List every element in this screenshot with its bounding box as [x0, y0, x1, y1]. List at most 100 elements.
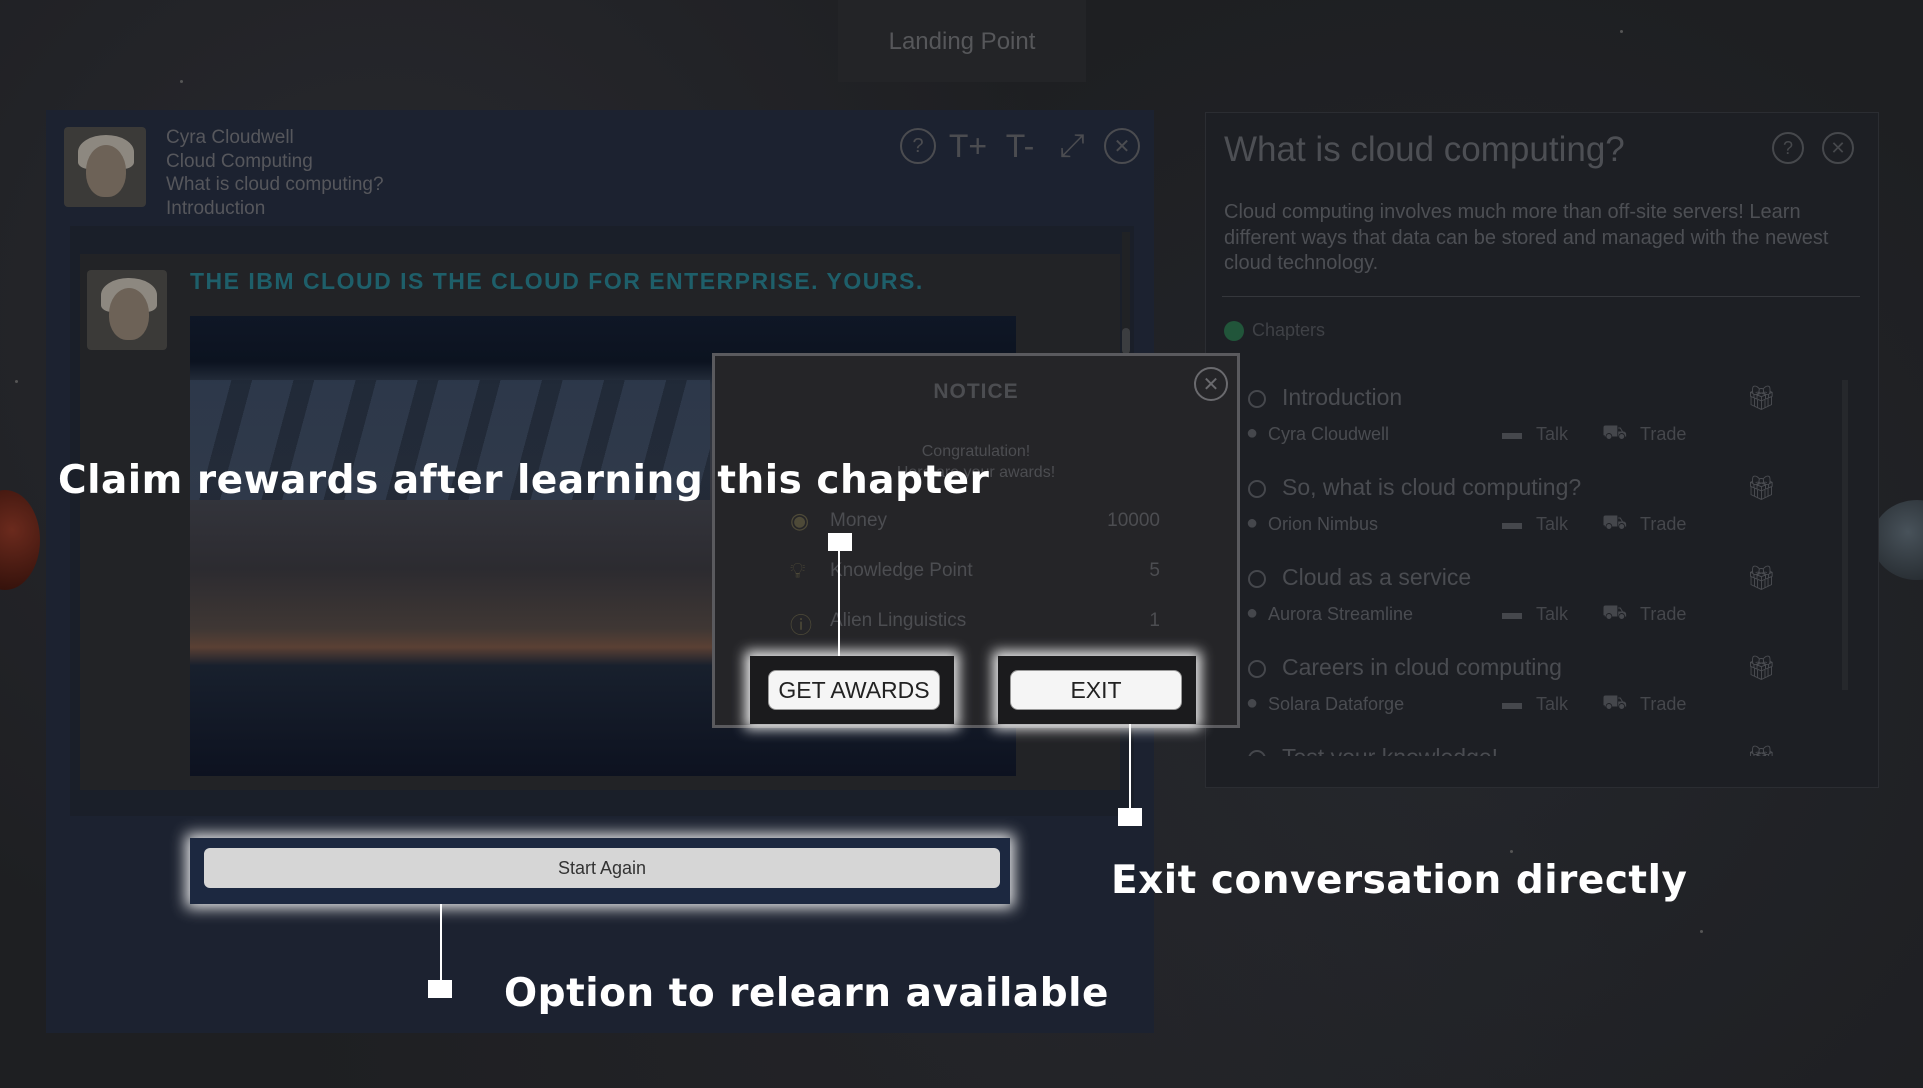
person-icon: ● — [1246, 602, 1259, 624]
annotation-claim: Claim rewards after learning this chapte… — [58, 458, 990, 503]
coins-icon: ◉ — [790, 508, 810, 533]
reward-value: 1 — [1149, 610, 1160, 631]
talk-link[interactable]: Talk — [1536, 514, 1568, 535]
chapter-name[interactable]: Cloud as a service — [1282, 564, 1471, 591]
gift-icon: 🎁︎ — [1746, 475, 1777, 502]
trade-link[interactable]: Trade — [1640, 694, 1686, 715]
talk-link[interactable]: Talk — [1536, 694, 1568, 715]
radio-icon[interactable] — [1248, 390, 1266, 408]
radio-icon[interactable] — [1248, 750, 1266, 756]
gift-icon: 🎁︎ — [1746, 655, 1777, 682]
talk-icon[interactable]: ▬ — [1502, 692, 1522, 715]
person-icon: ● — [1246, 422, 1259, 444]
npc-name: Cyra Cloudwell — [166, 127, 294, 148]
mentor-name: Orion Nimbus — [1268, 514, 1379, 534]
talk-link[interactable]: Talk — [1536, 424, 1568, 445]
help-icon[interactable]: ? — [1772, 132, 1804, 164]
topic-name: What is cloud computing? — [166, 174, 384, 195]
trade-link[interactable]: Trade — [1640, 424, 1686, 445]
star — [1510, 850, 1513, 853]
trade-link[interactable]: Trade — [1640, 604, 1686, 625]
course-name: Cloud Computing — [166, 150, 313, 172]
close-icon[interactable]: ✕ — [1194, 367, 1228, 401]
start-again-button[interactable]: Start Again — [204, 848, 1000, 888]
chapter-name[interactable]: Careers in cloud computing — [1282, 654, 1562, 681]
gift-icon: 🎁︎ — [1746, 385, 1777, 412]
message-title: THE IBM CLOUD IS THE CLOUD FOR ENTERPRIS… — [190, 268, 924, 294]
star — [15, 380, 18, 383]
chapter-list: Introduction 🎁︎ ● Cyra Cloudwell ▬ Talk … — [1240, 376, 1860, 756]
gift-icon: 🎁︎ — [1746, 565, 1777, 592]
chapter-item[interactable]: Introduction 🎁︎ ● Cyra Cloudwell ▬ Talk … — [1240, 376, 1860, 466]
star — [180, 80, 183, 83]
mentor-name: Aurora Streamline — [1268, 604, 1414, 624]
chapter-description: Cloud computing involves much more than … — [1224, 201, 1829, 274]
cart-icon[interactable]: ⛟ — [1602, 422, 1627, 447]
cart-icon[interactable]: ⛟ — [1602, 692, 1627, 717]
list-icon — [1224, 320, 1244, 341]
chapter-name[interactable]: So, what is cloud computing? — [1282, 474, 1581, 501]
star — [1620, 30, 1623, 33]
trade-link[interactable]: Trade — [1640, 514, 1686, 535]
cart-icon[interactable]: ⛟ — [1602, 512, 1627, 537]
radio-icon[interactable] — [1248, 570, 1266, 588]
get-awards-button[interactable]: GET AWARDS — [768, 670, 940, 710]
cart-icon[interactable]: ⛟ — [1602, 602, 1627, 627]
chapter-item[interactable]: Careers in cloud computing 🎁︎ ● Solara D… — [1240, 646, 1860, 736]
talk-icon[interactable]: ▬ — [1502, 602, 1522, 625]
mentor-name: Cyra Cloudwell — [1268, 424, 1390, 444]
reward-row: ⓘ Alien Linguistics 1 — [790, 608, 1160, 638]
radio-icon[interactable] — [1248, 480, 1266, 498]
scrollbar-thumb[interactable] — [1122, 328, 1130, 354]
chapter-name[interactable]: Introduction — [1282, 384, 1402, 411]
radio-icon[interactable] — [1248, 660, 1266, 678]
lightbulb-icon: 💡︎ — [790, 558, 806, 583]
annotation-line — [838, 550, 840, 656]
chapters-header: Chapters — [1224, 320, 1325, 341]
avatar — [87, 270, 167, 350]
divider — [1222, 296, 1860, 297]
chapter-name[interactable]: Test your knowledge! — [1282, 744, 1498, 756]
reward-name: Knowledge Point — [830, 560, 973, 581]
reward-value: 5 — [1149, 560, 1160, 581]
talk-icon[interactable]: ▬ — [1502, 512, 1522, 535]
person-icon: ● — [1246, 692, 1259, 714]
talk-link[interactable]: Talk — [1536, 604, 1568, 625]
chapters-label: Chapters — [1252, 320, 1326, 340]
question-circle-icon: ⓘ — [790, 613, 813, 638]
exit-highlight: EXIT — [998, 656, 1196, 724]
text-increase-icon[interactable]: T+ — [948, 126, 988, 166]
annotation-marker — [428, 980, 452, 998]
annotation-line — [440, 904, 442, 982]
notice-title: NOTICE — [933, 380, 1019, 403]
close-icon[interactable]: ✕ — [1822, 132, 1854, 164]
annotation-marker — [828, 533, 852, 551]
landing-point-tab[interactable]: Landing Point — [838, 0, 1086, 82]
mentor-name: Solara Dataforge — [1268, 694, 1405, 714]
conversation-header: Cyra Cloudwell Cloud Computing What is c… — [166, 126, 384, 220]
chapter-item[interactable]: Test your knowledge! 🎁︎ — [1240, 736, 1860, 756]
person-icon: ● — [1246, 512, 1259, 534]
help-icon[interactable]: ? — [900, 128, 936, 164]
chapter-item[interactable]: So, what is cloud computing? 🎁︎ ● Orion … — [1240, 466, 1860, 556]
reward-name: Alien Linguistics — [830, 610, 967, 631]
annotation-exit: Exit conversation directly — [1111, 858, 1688, 903]
annotation-marker — [1118, 808, 1142, 826]
reward-row: 💡︎ Knowledge Point 5 — [790, 558, 1160, 588]
chapter-panel-title: What is cloud computing? — [1224, 130, 1625, 169]
star — [1700, 930, 1703, 933]
reward-value: 10000 — [1107, 510, 1160, 531]
close-icon[interactable]: ✕ — [1104, 128, 1140, 164]
chapter-name: Introduction — [166, 197, 266, 219]
annotation-relearn: Option to relearn available — [504, 971, 1109, 1016]
conversation-toolbar: ? T+ T- ⤢ ✕ — [900, 126, 1140, 166]
chapter-item[interactable]: Cloud as a service 🎁︎ ● Aurora Streamlin… — [1240, 556, 1860, 646]
gift-icon: 🎁︎ — [1746, 744, 1776, 756]
fullscreen-icon[interactable]: ⤢ — [1052, 126, 1092, 166]
get-awards-highlight: GET AWARDS — [750, 656, 954, 724]
reward-name: Money — [830, 510, 888, 531]
talk-icon[interactable]: ▬ — [1502, 422, 1522, 445]
exit-button[interactable]: EXIT — [1010, 670, 1182, 710]
start-again-highlight: Start Again — [190, 838, 1010, 904]
text-decrease-icon[interactable]: T- — [1000, 126, 1040, 166]
